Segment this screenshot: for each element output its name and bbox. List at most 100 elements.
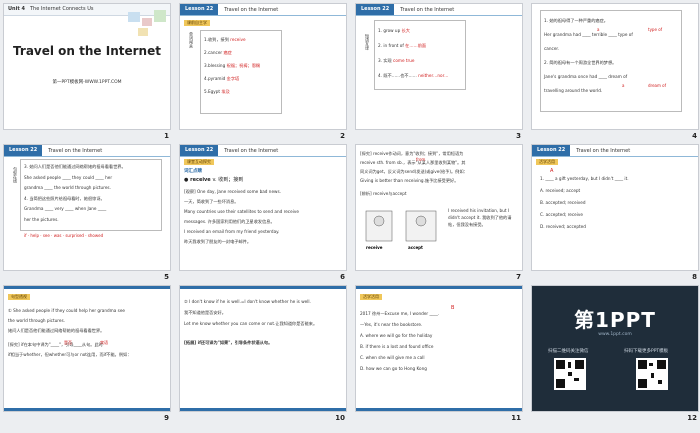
slide-number: 1 [164,132,169,140]
brand-url: www.1ppt.com [598,332,632,337]
lesson-title: Travel on the Internet [400,6,455,13]
slide-cell-6[interactable]: Lesson 22 Travel on the Internet 课堂互动探究 … [179,144,349,285]
list-item: 1. grow up 长大 [378,28,410,33]
slide-header: Lesson 22 Travel on the Internet [180,145,346,157]
slide-cell-1[interactable]: Unit 4 The Internet Connects Us Travel o… [3,3,173,144]
slide-cell-7[interactable]: [探究] receive作动词，意为"收到；接到"，常用短语为 receive … [355,144,525,285]
slide-thumbnail[interactable]: ② I don't know if he is well.=I don't kn… [179,285,347,412]
answer-text: a [597,27,600,32]
slide-thumbnail[interactable]: Lesson 22 Travel on the Internet 课堂互动探究 … [179,144,347,271]
slide-thumbnail[interactable]: Lesson 22 Travel on the Internet 句型在线 3.… [3,144,171,271]
bottom-bar [4,408,170,411]
label-accept: accept [408,245,423,250]
brand-logo: 第1PPT [574,308,656,332]
slide-cell-12[interactable]: 第1PPT www.1ppt.com 扫描二维码关注微信 扫码下载更多PPT模板… [531,285,700,426]
slide-header: Lesson 22 Travel on the Internet [532,145,698,157]
unit-title: The Internet Connects Us [30,6,94,12]
answer-list: if · help · see · was · surprised · show… [24,233,104,238]
answer-text: type of [648,27,663,32]
left-caption: 扫描二维码关注微信 [548,349,589,354]
slide-thumbnail[interactable]: 句型透视 ① She asked people if they could he… [3,285,171,412]
slide-cell-8[interactable]: Lesson 22 Travel on the Internet 活学活用 1.… [531,144,700,285]
lesson-label: Lesson 22 [356,4,395,15]
section-heading: 词汇点睛 [184,169,202,174]
lesson-label: Lesson 22 [532,145,571,156]
slide-footer-text: 第一PPT模板网-WWW.1PPT.COM [52,80,122,85]
slide-cell-2[interactable]: Lesson 22 Travel on the Internet 课前自主学 单… [179,3,349,144]
side-label: 单词闯关 [189,32,194,48]
side-label: 句型在线 [13,167,18,183]
section-tag: 句型透视 [8,294,30,300]
lesson-label: Lesson 22 [180,4,219,15]
bullet-icon: ● [184,177,189,183]
label-receive: receive [366,245,383,250]
example-list: [观察] One day, Jane received some bad new… [184,189,299,244]
lesson-title: Travel on the Internet [224,147,279,154]
note-text: I received his invitation, but I didn't … [448,208,512,227]
answer-text: a [622,83,625,88]
phrase-list: 1. grow up 长大 2. in front of 在……前面 3. 实现… [374,20,466,90]
explanation-text: ① She asked people if they could help he… [8,308,132,357]
slide-header: Lesson 22 Travel on the Internet [4,145,170,157]
top-bar [356,286,522,289]
slide-thumbnail[interactable]: [探究] receive作动词，意为"收到；接到"，常用短语为 receive … [355,144,523,271]
lesson-title: Travel on the Internet [576,147,631,154]
answer-text: dream of [648,83,667,88]
slide-thumbnail[interactable]: 1. 她的祖母得了一种严重的癌症。 Her grandma had ____ t… [531,3,699,130]
slide-thumbnail[interactable]: 第1PPT www.1ppt.com 扫描二维码关注微信 扫码下载更多PPT模板 [531,285,699,412]
lesson-title: Travel on the Internet [48,147,103,154]
sentence-box: 3. 她问人们是否他们能通过网络帮她的祖母看看世界。 She asked peo… [20,159,162,231]
slide-thumbnail[interactable]: Lesson 22 Travel on the Internet 活学活用 1.… [531,144,699,271]
slide-number: 10 [335,414,345,422]
slide-number: 12 [687,414,697,422]
slide-thumbnail[interactable]: Lesson 22 Travel on the Internet 课前自主学 单… [179,3,347,130]
slide-number: 6 [340,273,345,281]
question-block: 1. ____ a gift yesterday, but I didn't _… [540,176,629,229]
unit-label: Unit 4 [8,6,25,12]
bottom-bar [180,408,346,411]
slide-number: 4 [692,132,697,140]
slide-grid: Unit 4 The Internet Connects Us Travel o… [3,3,700,426]
qr-code-icon [554,358,586,390]
slide-thumbnail[interactable]: Unit 4 The Internet Connects Us Travel o… [3,3,171,130]
list-item: 4. 既不……也不…… neither…nor… [378,73,449,78]
section-tag: 课堂互动探究 [184,159,214,165]
slide-number: 2 [340,132,345,140]
explanation-text: ② I don't know if he is well.=I don't kn… [184,299,318,345]
slide-number: 3 [516,132,521,140]
slide-cell-5[interactable]: Lesson 22 Travel on the Internet 句型在线 3.… [3,144,173,285]
list-item: 2. in front of 在……前面 [378,43,427,48]
slide-cell-4[interactable]: 1. 她的祖母得了一种严重的癌症。 Her grandma had ____ t… [531,3,700,144]
word-list: 1.收到，接到 receive 2.cancer 癌症 3.blessing 祝… [200,30,282,114]
bottom-bar [356,408,522,411]
lesson-label: Lesson 22 [4,145,43,156]
explanation-text: [探究] receive作动词，意为"收到；接到"，常用短语为 receive … [360,151,468,196]
sentence-box: 1. 她的祖母得了一种严重的癌症。 Her grandma had ____ t… [540,10,682,112]
qr-code-icon [636,358,668,390]
slide-thumbnail[interactable]: Lesson 22 Travel on the Internet 短语互译 1.… [355,3,523,130]
slide-number: 7 [516,273,521,281]
slide-header: Lesson 22 Travel on the Internet [180,4,346,16]
section-tag: 活学活用 [536,159,558,165]
top-bar [4,286,170,289]
slide-number: 11 [511,414,521,422]
slide-cell-10[interactable]: ② I don't know if he is well.=I don't kn… [179,285,349,426]
corner-decoration [128,10,166,36]
slide-title: Travel on the Internet [13,44,161,58]
answer-text: B [451,305,455,311]
slide-cell-3[interactable]: Lesson 22 Travel on the Internet 短语互译 1.… [355,3,525,144]
side-label: 短语互译 [365,34,370,50]
slide-cell-11[interactable]: 活学活用 2017 徐州—Excuse me, I wonder ____. —… [355,285,525,426]
list-item: 3.blessing 祝福；祝祷；恩赐 [204,63,261,68]
list-item: 2.cancer 癌症 [204,50,232,55]
question-block: 2017 徐州—Excuse me, I wonder ____. —Yes, … [360,311,440,371]
answer-text: from [416,157,426,162]
slide-cell-9[interactable]: 句型透视 ① She asked people if they could he… [3,285,173,426]
answer-text: A [550,168,554,174]
right-caption: 扫码下载更多PPT模板 [624,349,669,354]
slide-number: 9 [164,414,169,422]
slide-number: 8 [692,273,697,281]
lesson-label: Lesson 22 [180,145,219,156]
lesson-title: Travel on the Internet [224,6,279,13]
slide-thumbnail[interactable]: 活学活用 2017 徐州—Excuse me, I wonder ____. —… [355,285,523,412]
